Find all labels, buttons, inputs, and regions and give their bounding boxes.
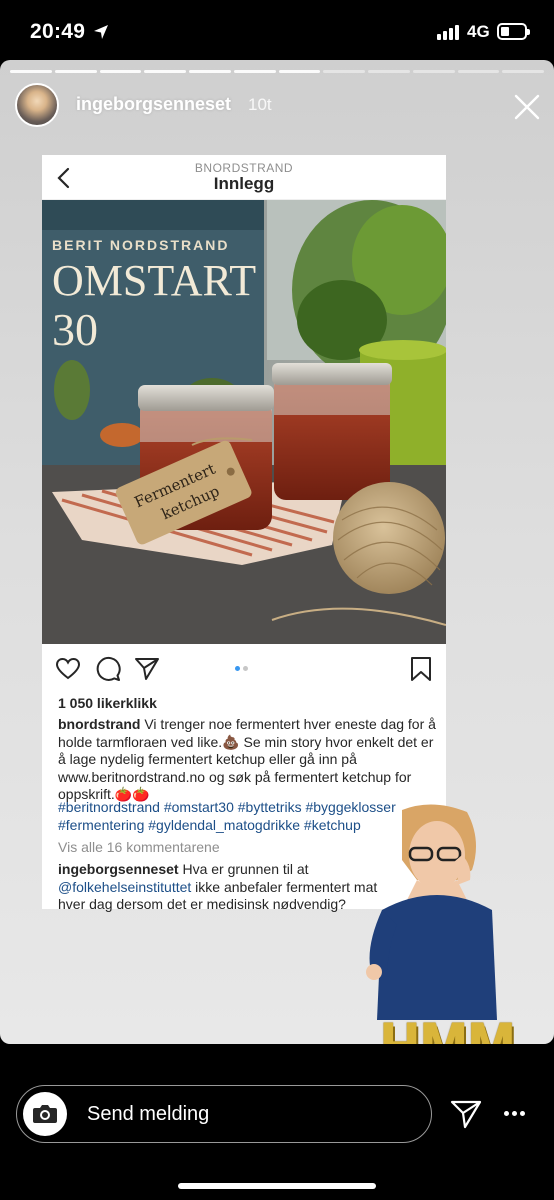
view-all-comments-link[interactable]: Vis alle 16 kommentarene: [58, 839, 220, 855]
story-timestamp: 10t: [248, 95, 272, 114]
progress-segment: [10, 70, 52, 73]
post-caption: bnordstrand Vi trenger noe fermentert hv…: [58, 716, 438, 804]
caption-username[interactable]: bnordstrand: [58, 716, 140, 732]
post-header: BNORDSTRAND Innlegg: [42, 155, 446, 200]
status-time: 20:49: [30, 20, 86, 43]
send-message-placeholder: Send melding: [87, 1103, 210, 1125]
send-icon[interactable]: [450, 1098, 482, 1130]
comment-text: Hva er grunnen til at: [182, 861, 309, 877]
shared-post[interactable]: BNORDSTRAND Innlegg BERIT NORDSTRAND OMS…: [42, 155, 446, 912]
progress-segment: [457, 70, 500, 73]
carousel-dots: [235, 666, 255, 672]
comment-username[interactable]: ingeborgsenneset: [58, 861, 179, 877]
carousel-dot: [235, 666, 240, 671]
status-bar: 20:49 4G: [0, 0, 554, 62]
post-title: Innlegg: [213, 174, 275, 193]
avatar[interactable]: [15, 83, 59, 127]
comment-mention[interactable]: @folkehelseinstituttet: [58, 879, 191, 895]
book-author-text: BERIT NORDSTRAND: [52, 237, 229, 253]
progress-segment: [233, 70, 276, 73]
progress-segment: [278, 70, 321, 73]
battery-icon: [497, 23, 530, 40]
progress-segment: [412, 70, 455, 73]
comment: ingeborgsenneset Hva er grunnen til at @…: [58, 861, 388, 914]
like-count[interactable]: 1 050 likerklikk: [58, 695, 157, 711]
location-arrow-icon: [94, 25, 108, 39]
progress-segment: [99, 70, 142, 73]
book-title-text: OMSTART: [52, 256, 256, 305]
progress-segment: [368, 70, 410, 73]
post-account-name: BNORDSTRAND: [194, 161, 294, 175]
book-number-text: 30: [52, 304, 98, 355]
share-icon[interactable]: [134, 656, 160, 682]
carousel-dot: [243, 666, 248, 671]
cellular-signal-icon: [437, 24, 463, 40]
story-username[interactable]: ingeborgsenneset: [76, 94, 231, 115]
story-progress-bar: [10, 70, 544, 73]
heart-icon[interactable]: [55, 656, 81, 682]
send-message-input[interactable]: Send melding: [16, 1085, 432, 1143]
hmm-sticker-text: HMM...: [379, 1010, 554, 1044]
home-indicator[interactable]: [178, 1183, 376, 1189]
progress-segment: [54, 70, 97, 73]
bookmark-icon[interactable]: [408, 656, 434, 682]
story-view[interactable]: ingeborgsenneset 10t BNORDSTRAND Innlegg: [0, 60, 554, 1044]
woman-with-glasses-sticker[interactable]: [362, 800, 542, 1020]
post-photo[interactable]: BERIT NORDSTRAND OMSTART 30 Fermentert k…: [42, 200, 446, 644]
comment-icon[interactable]: [95, 656, 121, 682]
progress-segment: [189, 70, 231, 73]
ketchup-photo: BERIT NORDSTRAND OMSTART 30 Fermentert k…: [42, 200, 446, 644]
progress-segment: [323, 70, 365, 73]
close-icon[interactable]: [512, 92, 542, 122]
post-actions: [42, 644, 446, 692]
camera-button[interactable]: [23, 1092, 67, 1136]
more-options-icon[interactable]: [502, 1105, 528, 1123]
network-type: 4G: [467, 22, 490, 41]
progress-segment: [144, 70, 186, 73]
progress-segment: [502, 70, 544, 73]
camera-icon: [33, 1105, 57, 1123]
